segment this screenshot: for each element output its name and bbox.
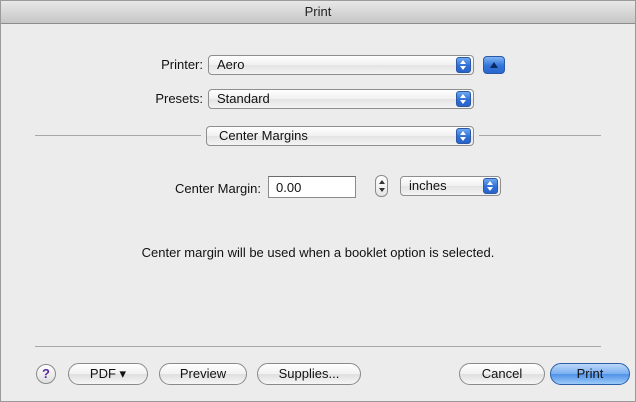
supplies-button[interactable]: Supplies... [257,363,361,385]
disclosure-up-triangle-icon [490,62,498,68]
presets-popup[interactable]: Standard [208,89,474,109]
section-divider-left [35,135,201,136]
up-down-arrows-icon [456,57,471,73]
presets-label: Presets: [155,91,203,106]
up-down-arrows-icon [456,128,471,144]
print-dialog: Print Printer: Aero Presets: Standard Ce… [0,0,636,402]
footer-divider [35,346,601,347]
presets-value: Standard [217,91,270,106]
expand-dialog-button[interactable] [483,56,505,74]
preview-button[interactable]: Preview [159,363,247,385]
units-value: inches [409,178,447,193]
help-button[interactable]: ? [36,364,56,384]
stepper-arrows-icon[interactable] [375,175,388,197]
center-margin-field[interactable] [268,176,356,198]
pdf-button[interactable]: PDF ▾ [68,363,148,385]
up-down-arrows-icon [483,178,498,194]
up-down-arrows-icon [456,91,471,107]
info-message: Center margin will be used when a bookle… [141,245,495,260]
section-value: Center Margins [219,128,308,143]
units-popup[interactable]: inches [400,176,501,196]
printer-label: Printer: [161,57,203,72]
section-popup[interactable]: Center Margins [206,126,474,146]
section-divider-right [479,135,601,136]
window-title: Print [1,1,635,24]
print-button[interactable]: Print [550,363,630,385]
printer-value: Aero [217,57,245,72]
center-margin-label: Center Margin: [175,181,261,196]
cancel-button[interactable]: Cancel [459,363,545,385]
printer-popup[interactable]: Aero [208,55,474,75]
